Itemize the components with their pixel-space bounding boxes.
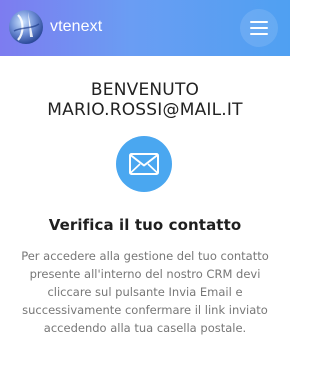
page-title: Verifica il tuo contatto [48,216,242,234]
user-email: MARIO.ROSSI@MAIL.IT [47,100,243,120]
hamburger-menu-icon-bar [250,27,268,29]
hamburger-menu-icon-bar [250,21,268,23]
welcome-heading: BENVENUTO MARIO.ROSSI@MAIL.IT [0,80,290,120]
page: vtenext BENVENUTO MARIO.ROSSI@MAIL.IT Ve… [0,0,290,374]
hamburger-menu-button[interactable] [240,9,278,47]
vtenext-globe-logo-icon [9,10,43,44]
instructions-text: Per accedere alla gestione del tuo conta… [21,249,269,335]
brand-name: vtenext [50,18,103,35]
top-header: vtenext [0,0,290,56]
hamburger-menu-icon-bar [250,33,268,35]
envelope-icon [129,153,159,175]
envelope-badge [116,136,172,192]
brand-logo[interactable]: vtenext [6,7,102,47]
welcome-line: BENVENUTO [90,80,200,100]
